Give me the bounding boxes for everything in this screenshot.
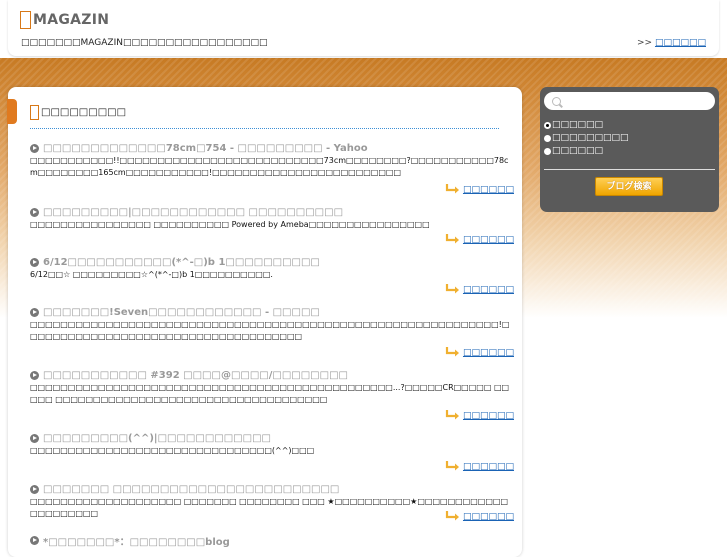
curved-arrow-icon bbox=[445, 234, 460, 245]
play-bullet-icon bbox=[30, 258, 39, 267]
entry-title-text[interactable]: □□□□□□□□□□□ #392 □□□□@□□□□/□□□□□□□□ bbox=[43, 370, 348, 381]
search-option-label: □□□□□□ bbox=[552, 120, 604, 130]
site-tagline: □□□□□□□MAGAZIN□□□□□□□□□□□□□□□□□ bbox=[21, 38, 268, 48]
entry-title-text[interactable]: *□□□□□□□*：□□□□□□□□blog bbox=[43, 533, 230, 548]
blog-search-button[interactable]: ブログ検索 bbox=[595, 177, 663, 196]
list-item: □□□□□□□□□|□□□□□□□□□□□□ □□□□□□□□□□ □□□□□□… bbox=[30, 207, 514, 231]
list-item: □□□□□□□□□(^^)|□□□□□□□□□□□□ □□□□□□□□□□□□□… bbox=[30, 433, 514, 457]
entry-summary: □□□□□□□□□□□!!□□□□□□□□□□□□□□□□□□□□□□□□□□□… bbox=[30, 156, 509, 177]
read-more-link[interactable]: □□□□□□ bbox=[463, 285, 514, 295]
entry-title[interactable]: *□□□□□□□*：□□□□□□□□blog bbox=[30, 533, 514, 548]
entry-read-more[interactable]: □□□□□□ bbox=[445, 234, 514, 245]
curved-arrow-icon bbox=[445, 461, 460, 472]
list-item: □□□□□□□!Seven□□□□□□□□□□□□ - □□□□□ □□□□□□… bbox=[30, 307, 514, 343]
entry-title[interactable]: □□□□□□□□□|□□□□□□□□□□□□ □□□□□□□□□□ bbox=[30, 207, 514, 218]
entry-read-more[interactable]: □□□□□□ bbox=[445, 461, 514, 472]
play-bullet-icon bbox=[30, 485, 39, 494]
play-bullet-icon bbox=[30, 208, 39, 217]
entry-summary: □□□□□□□□□□□□□□□□□□□□□□□□□□□□□□□□□□□□□□□□… bbox=[30, 320, 510, 341]
list-item: □□□□□□□□□□□□□78cm□754 - □□□□□□□□□ - Yaho… bbox=[30, 143, 514, 179]
radio-selected-icon[interactable] bbox=[544, 121, 551, 129]
entry-summary: □□□□□□□□□□□□□□□□□□□□□□□□□□□□□□□□(^^)□□□ bbox=[30, 446, 315, 455]
search-icon bbox=[552, 97, 561, 106]
entry-summary: 6/12□□☆ □□□□□□□□□☆^(*^-□)b 1□□□□□□□□□□. bbox=[30, 270, 273, 279]
entry-summary: □□□□□□□□□□□□□□□□ □□□□□□□□□□ Powered by A… bbox=[30, 220, 430, 229]
entry-title-text[interactable]: □□□□□□□□□(^^)|□□□□□□□□□□□□ bbox=[43, 433, 271, 444]
entry-summary: □□□□□□□□□□□□□□□□□□□□□□□□□□□□□□□□□□□□□□□□… bbox=[30, 383, 510, 404]
section-heading: □□□□□□□□□ bbox=[30, 105, 126, 120]
section-tab-marker bbox=[7, 99, 17, 124]
search-option-label: □□□□□□□□□ bbox=[552, 133, 629, 143]
entry-summary: □□□□□□□□□□□□□□□□□□□□ □□□□□□□ □□□□□□□□ □□… bbox=[30, 497, 509, 518]
header-more-link[interactable]: □□□□□□ bbox=[655, 38, 706, 48]
list-item: *□□□□□□□*：□□□□□□□□blog bbox=[30, 533, 514, 548]
entry-title[interactable]: □□□□□□□!Seven□□□□□□□□□□□□ - □□□□□ bbox=[30, 307, 514, 318]
curved-arrow-icon bbox=[445, 410, 460, 421]
more-prefix: >> bbox=[637, 38, 653, 48]
play-bullet-icon bbox=[30, 434, 39, 443]
list-item: □□□□□□□ □□□□□□□□□□□□□□□□□□□□□□□□ □□□□□□□… bbox=[30, 484, 514, 520]
read-more-link[interactable]: □□□□□□ bbox=[463, 462, 514, 472]
entry-title-text[interactable]: □□□□□□□!Seven□□□□□□□□□□□□ - □□□□□ bbox=[43, 307, 320, 318]
entry-title[interactable]: 6/12□□□□□□□□□□□(*^-□)b 1□□□□□□□□□□ bbox=[30, 257, 514, 268]
entry-title-text[interactable]: 6/12□□□□□□□□□□□(*^-□)b 1□□□□□□□□□□ bbox=[43, 257, 320, 268]
site-title-text[interactable]: MAGAZIN bbox=[33, 12, 109, 28]
list-item: □□□□□□□□□□□ #392 □□□□@□□□□/□□□□□□□□ □□□□… bbox=[30, 370, 514, 406]
entry-title[interactable]: □□□□□□□□□(^^)|□□□□□□□□□□□□ bbox=[30, 433, 514, 444]
entry-title-text[interactable]: □□□□□□□ □□□□□□□□□□□□□□□□□□□□□□□□ bbox=[43, 484, 339, 495]
play-bullet-icon bbox=[30, 371, 39, 380]
search-option-1[interactable]: □□□□□□□□□ bbox=[544, 133, 629, 143]
section-mark-icon bbox=[30, 105, 39, 120]
radio-icon[interactable] bbox=[544, 134, 551, 142]
sidebar-divider bbox=[544, 169, 715, 170]
entry-read-more[interactable]: □□□□□□ bbox=[445, 410, 514, 421]
entry-title[interactable]: □□□□□□□ □□□□□□□□□□□□□□□□□□□□□□□□ bbox=[30, 484, 514, 495]
read-more-link[interactable]: □□□□□□ bbox=[463, 185, 514, 195]
header-more: >> □□□□□□ bbox=[637, 38, 706, 48]
play-bullet-icon bbox=[30, 308, 39, 317]
site-header: MAGAZIN □□□□□□□MAGAZIN□□□□□□□□□□□□□□□□□ … bbox=[8, 0, 719, 56]
read-more-link[interactable]: □□□□□□ bbox=[463, 348, 514, 358]
play-bullet-icon bbox=[30, 536, 39, 545]
list-item: 6/12□□□□□□□□□□□(*^-□)b 1□□□□□□□□□□ 6/12□… bbox=[30, 257, 514, 281]
entry-title[interactable]: □□□□□□□□□□□□□78cm□754 - □□□□□□□□□ - Yaho… bbox=[30, 143, 514, 154]
read-more-link[interactable]: □□□□□□ bbox=[463, 411, 514, 421]
site-title[interactable]: MAGAZIN bbox=[20, 9, 109, 31]
entry-title[interactable]: □□□□□□□□□□□ #392 □□□□@□□□□/□□□□□□□□ bbox=[30, 370, 514, 381]
main-content: □□□□□□□□□ □□□□□□□□□□□□□78cm□754 - □□□□□□… bbox=[7, 87, 522, 557]
search-option-0[interactable]: □□□□□□ bbox=[544, 120, 603, 130]
curved-arrow-icon bbox=[445, 347, 460, 358]
title-mark-icon bbox=[20, 11, 31, 29]
search-option-label: □□□□□□ bbox=[552, 146, 604, 156]
entry-read-more[interactable]: □□□□□□ bbox=[445, 184, 514, 195]
entry-title-text[interactable]: □□□□□□□□□|□□□□□□□□□□□□ □□□□□□□□□□ bbox=[43, 207, 343, 218]
curved-arrow-icon bbox=[445, 184, 460, 195]
curved-arrow-icon bbox=[445, 511, 460, 522]
entry-read-more[interactable]: □□□□□□ bbox=[445, 347, 514, 358]
curved-arrow-icon bbox=[445, 284, 460, 295]
entry-title-text[interactable]: □□□□□□□□□□□□□78cm□754 - □□□□□□□□□ - Yaho… bbox=[43, 143, 368, 154]
entry-read-more[interactable]: □□□□□□ bbox=[445, 284, 514, 295]
section-title: □□□□□□□□□ bbox=[41, 107, 127, 118]
section-divider bbox=[30, 128, 499, 129]
blog-search-panel: □□□□□□ □□□□□□□□□ □□□□□□ ブログ検索 bbox=[540, 87, 719, 212]
search-option-2[interactable]: □□□□□□ bbox=[544, 146, 603, 156]
radio-icon[interactable] bbox=[544, 147, 551, 155]
read-more-link[interactable]: □□□□□□ bbox=[463, 512, 514, 522]
read-more-link[interactable]: □□□□□□ bbox=[463, 235, 514, 245]
play-bullet-icon bbox=[30, 144, 39, 153]
search-input[interactable] bbox=[544, 92, 715, 110]
entry-read-more[interactable]: □□□□□□ bbox=[445, 511, 514, 522]
